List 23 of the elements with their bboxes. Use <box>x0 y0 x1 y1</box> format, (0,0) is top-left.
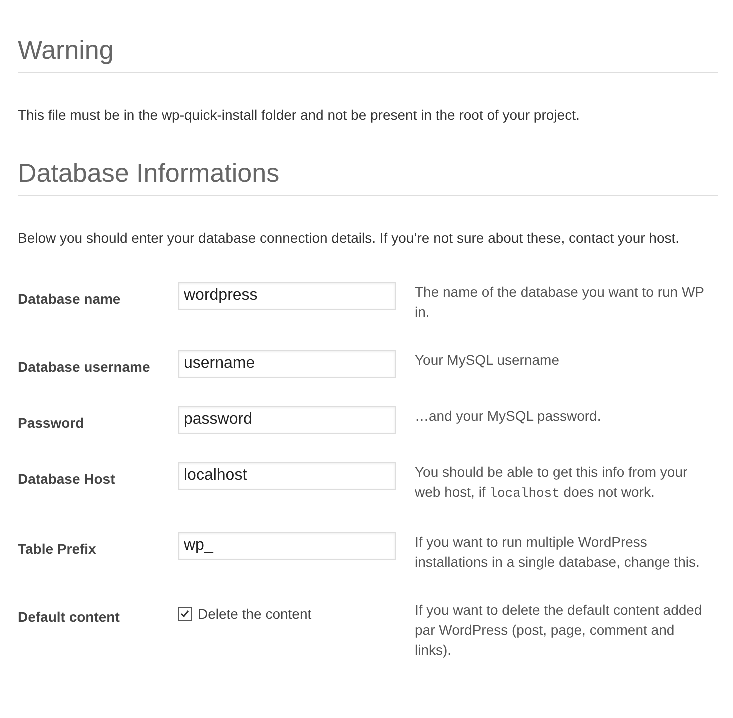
input-field[interactable]: wordpress <box>178 282 396 310</box>
field-label: Password <box>18 414 86 432</box>
input-field[interactable]: username <box>178 350 396 378</box>
section-heading: Warning <box>18 34 718 73</box>
input-field[interactable]: wp_ <box>178 532 396 560</box>
help-text: You should be able to get this info from your web host, if localhost does not work. <box>415 463 689 503</box>
field-label: Default content <box>18 608 121 626</box>
help-text: If you want to delete the default content added par WordPress (post, page, comment and links). <box>415 601 704 660</box>
input-field[interactable]: localhost <box>178 462 396 490</box>
warning-text: This file must be in the wp-quick-install folder and not be present in the root of your project. <box>18 106 581 125</box>
field-label: Table Prefix <box>18 540 98 558</box>
field-label: Database username <box>18 358 152 376</box>
delete-content-checkbox[interactable]: Delete the content <box>178 600 312 622</box>
checkbox-icon[interactable] <box>178 607 192 621</box>
intro-text: Below you should enter your database connection details. If you’re not sure about these, contact your host. <box>18 229 681 248</box>
input-field[interactable]: password <box>178 406 396 434</box>
help-text: …and your MySQL password. <box>415 407 602 426</box>
section-heading: Database Informations <box>18 157 718 196</box>
help-text: Your MySQL username <box>415 351 560 370</box>
help-text: The name of the database you want to run WP in. <box>415 283 705 322</box>
field-label: Database Host <box>18 470 116 488</box>
help-text: If you want to run multiple WordPress installations in a single database, change this. <box>415 533 701 572</box>
field-label: Database name <box>18 290 122 308</box>
